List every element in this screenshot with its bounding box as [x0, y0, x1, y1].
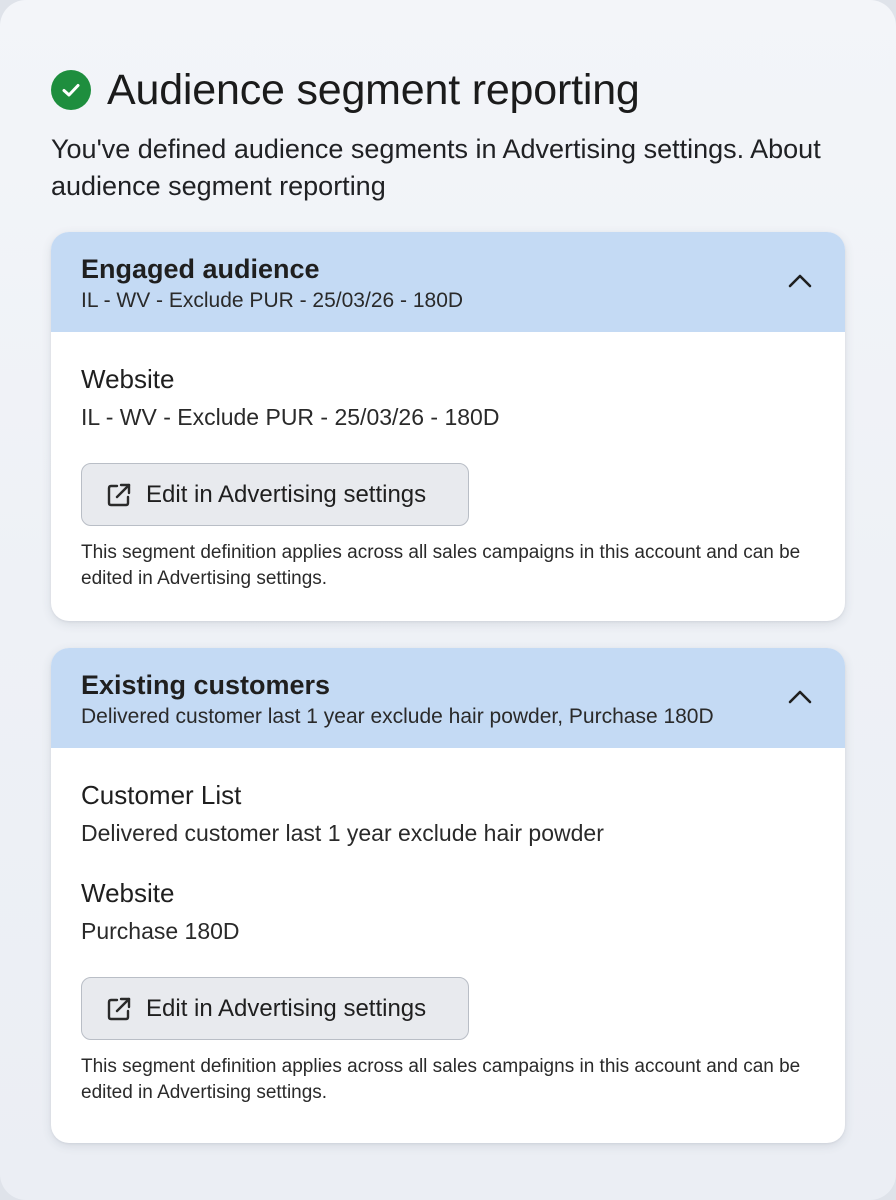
- item-label: Website: [81, 364, 175, 394]
- button-label: Edit in Advertising settings: [146, 480, 427, 508]
- check-circle-icon: [51, 70, 91, 110]
- segment-card-engaged-audience: Engaged audience IL - WV - Exclude PUR -…: [51, 232, 845, 621]
- edit-in-advertising-settings-button[interactable]: Edit in Advertising settings: [81, 977, 469, 1040]
- chevron-up-icon[interactable]: [787, 272, 813, 290]
- item-value: Purchase 180D: [81, 918, 240, 944]
- item-label: Customer List: [81, 780, 242, 810]
- page-header: Audience segment reporting: [51, 66, 640, 114]
- segment-body: Website IL - WV - Exclude PUR - 25/03/26…: [51, 332, 845, 592]
- edit-in-advertising-settings-button[interactable]: Edit in Advertising settings: [81, 463, 469, 526]
- segment-header[interactable]: Existing customers Delivered customer la…: [51, 648, 845, 748]
- segment-item: Customer List Delivered customer last 1 …: [81, 780, 815, 848]
- subtitle-text: You've defined audience segments in Adve…: [51, 134, 745, 164]
- item-value: Delivered customer last 1 year exclude h…: [81, 820, 604, 846]
- page-subtitle: You've defined audience segments in Adve…: [51, 131, 851, 205]
- segment-title: Existing customers: [81, 670, 331, 700]
- external-link-icon: [107, 483, 131, 506]
- chevron-up-icon[interactable]: [787, 688, 813, 706]
- segment-note: This segment definition applies across a…: [81, 1056, 801, 1103]
- segment-title: Engaged audience: [81, 254, 320, 284]
- page-title: Audience segment reporting: [107, 66, 640, 114]
- segment-body: Customer List Delivered customer last 1 …: [51, 748, 845, 1106]
- segment-summary: Delivered customer last 1 year exclude h…: [81, 705, 714, 728]
- segment-item: Website IL - WV - Exclude PUR - 25/03/26…: [81, 364, 815, 432]
- button-label: Edit in Advertising settings: [146, 994, 427, 1022]
- segment-summary: IL - WV - Exclude PUR - 25/03/26 - 180D: [81, 289, 464, 312]
- segment-header[interactable]: Engaged audience IL - WV - Exclude PUR -…: [51, 232, 845, 332]
- segment-item: Website Purchase 180D: [81, 878, 815, 946]
- item-label: Website: [81, 878, 175, 908]
- external-link-icon: [107, 997, 131, 1020]
- dialog-frame: Audience segment reporting You've define…: [0, 0, 896, 1200]
- segment-card-existing-customers: Existing customers Delivered customer la…: [51, 648, 845, 1143]
- segment-note: This segment definition applies across a…: [81, 542, 801, 589]
- item-value: IL - WV - Exclude PUR - 25/03/26 - 180D: [81, 404, 500, 430]
